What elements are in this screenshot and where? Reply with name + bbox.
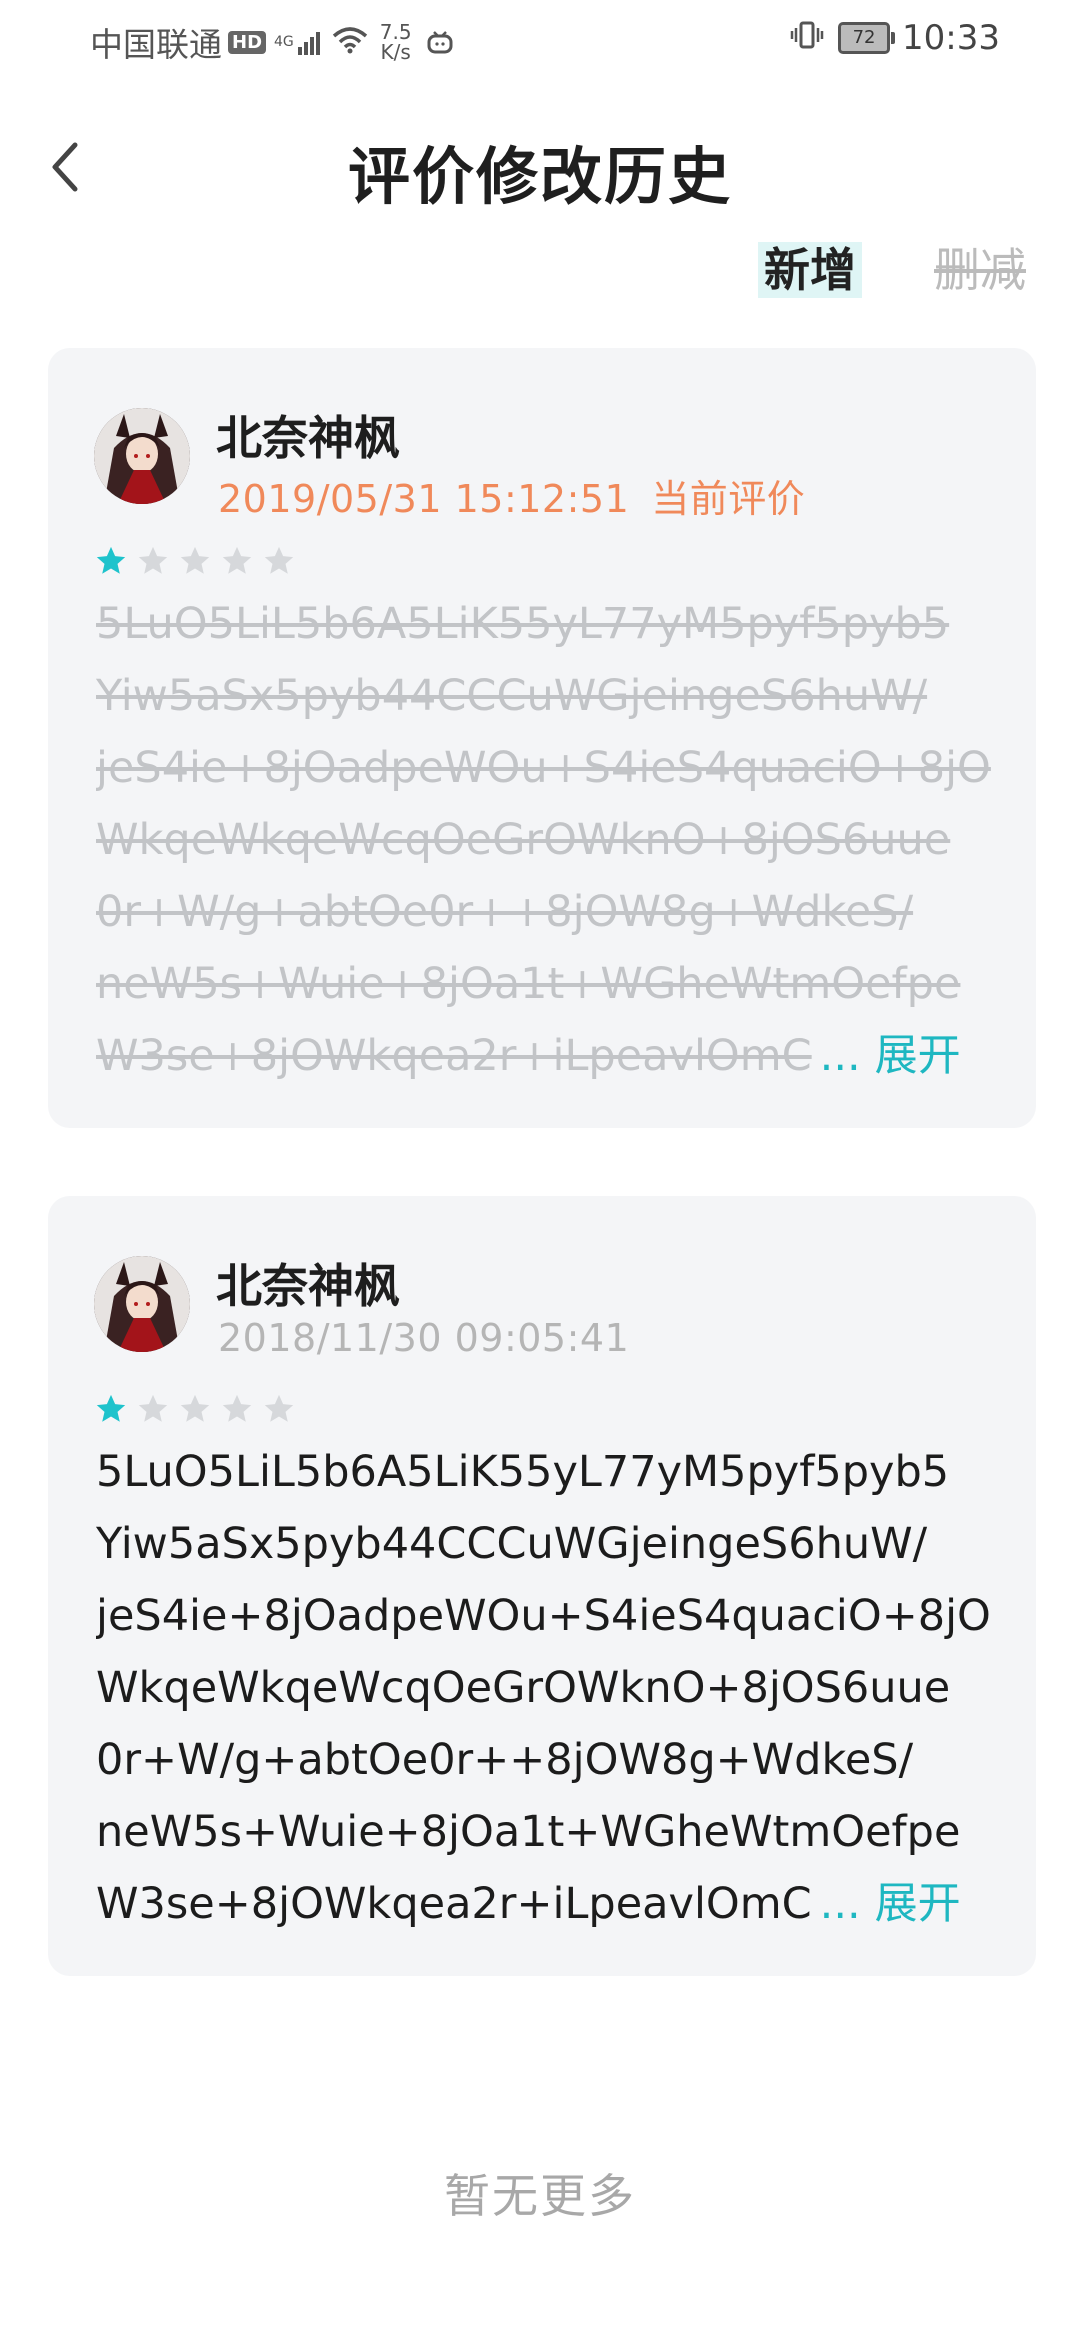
clock: 10:33 [902, 18, 1000, 58]
vibrate-icon [790, 19, 824, 58]
star-rating [94, 544, 304, 578]
star-rating [94, 1392, 304, 1426]
expand-button[interactable]: 展开 [875, 1020, 961, 1092]
star-empty-icon [138, 546, 168, 574]
review-text-line: WkqeWkqeWcqOeGrOWknO+8jOS6uue [96, 1663, 951, 1713]
username: 北奈神枫 [216, 411, 400, 465]
tv-icon [426, 23, 454, 62]
username: 北奈神枫 [216, 1259, 400, 1313]
review-text-line: 0r+W/g+abtOe0r++8jOW8g+WdkeS/ [96, 1735, 914, 1785]
review-text-line: jeS4ie+8jOadpeWOu+S4ieS4quaciO+8jO [96, 743, 991, 793]
review-text-line: jeS4ie+8jOadpeWOu+S4ieS4quaciO+8jO [96, 1591, 991, 1641]
signal-icon [297, 29, 322, 55]
timestamp-value: 2018/11/30 09:05:41 [218, 1316, 630, 1360]
review-card: 北奈神枫 2019/05/31 15:12:51 当前评价 5LuO5LiL5b6… [48, 348, 1036, 1128]
hd-badge: HD [228, 30, 267, 54]
legend-deleted: 删减 [934, 243, 1026, 297]
review-text-line: Yiw5aSx5pyb44CCCuWGjeingeS6huW/ [96, 1519, 928, 1569]
timestamp-value: 2019/05/31 15:12:51 [218, 477, 630, 521]
review-text-line: 5LuO5LiL5b6A5LiK55yL77yM5pyf5pyb5 [96, 599, 950, 649]
review-text-line: neW5s+Wuie+8jOa1t+WGheWtmOefpe [96, 959, 961, 1009]
star-empty-icon [264, 546, 294, 574]
star-empty-icon [180, 546, 210, 574]
star-filled-icon [96, 1394, 126, 1422]
wifi-icon [332, 23, 368, 62]
review-text-line: W3se+8jOWkqea2r+iLpeavlOmC [96, 1031, 812, 1081]
star-empty-icon [180, 1394, 210, 1422]
legend-added: 新增 [758, 242, 862, 298]
no-more-label: 暂无更多 [444, 2169, 636, 2223]
review-timestamp: 2019/05/31 15:12:51 当前评价 [218, 468, 805, 523]
review-text-line: WkqeWkqeWcqOeGrOWknO+8jOS6uue [96, 815, 951, 865]
expand-button[interactable]: 展开 [875, 1868, 961, 1940]
review-text-line: 5LuO5LiL5b6A5LiK55yL77yM5pyf5pyb5 [96, 1447, 950, 1497]
star-empty-icon [222, 546, 252, 574]
review-text: 5LuO5LiL5b6A5LiK55yL77yM5pyf5pyb5 Yiw5aS… [96, 1436, 996, 1940]
status-left: 中国联通 HD 4G 7.5 K/s [90, 18, 454, 66]
speed-unit: K/s [380, 40, 411, 64]
star-empty-icon [222, 1394, 252, 1422]
star-filled-icon [96, 546, 126, 574]
network-type: 4G [274, 34, 294, 50]
ellipsis: ... [819, 1879, 861, 1929]
star-empty-icon [264, 1394, 294, 1422]
review-card: 北奈神枫 2018/11/30 09:05:41 5LuO5LiL5b6A5Li… [48, 1196, 1036, 1976]
page: 中国联通 HD 4G 7.5 K/s 72 10:33 评价修改历史 新增 删减… [0, 0, 1080, 2340]
review-timestamp: 2018/11/30 09:05:41 [218, 1316, 629, 1360]
review-last-line: W3se+8jOWkqea2r+iLpeavlOmC ... 展开 [96, 1868, 996, 1940]
battery-icon: 72 [838, 22, 896, 54]
review-text-line: 0r+W/g+abtOe0r++8jOW8g+WdkeS/ [96, 887, 914, 937]
status-bar: 中国联通 HD 4G 7.5 K/s 72 10:33 [0, 0, 1080, 82]
network-speed: 7.5 K/s [380, 22, 412, 62]
review-text-line: neW5s+Wuie+8jOa1t+WGheWtmOefpe [96, 1807, 961, 1857]
page-title: 评价修改历史 [347, 140, 732, 213]
review-text: 5LuO5LiL5b6A5LiK55yL77yM5pyf5pyb5 Yiw5aS… [96, 588, 996, 1092]
status-right: 72 10:33 [790, 18, 1000, 58]
avatar [94, 408, 190, 504]
avatar [94, 1256, 190, 1352]
review-text-line: W3se+8jOWkqea2r+iLpeavlOmC [96, 1879, 812, 1929]
carrier-label: 中国联通 [90, 25, 222, 64]
ellipsis: ... [819, 1031, 861, 1081]
current-review-label: 当前评价 [651, 477, 806, 521]
review-last-line: W3se+8jOWkqea2r+iLpeavlOmC ... 展开 [96, 1020, 996, 1092]
star-empty-icon [138, 1394, 168, 1422]
review-text-line: Yiw5aSx5pyb44CCCuWGjeingeS6huW/ [96, 671, 928, 721]
